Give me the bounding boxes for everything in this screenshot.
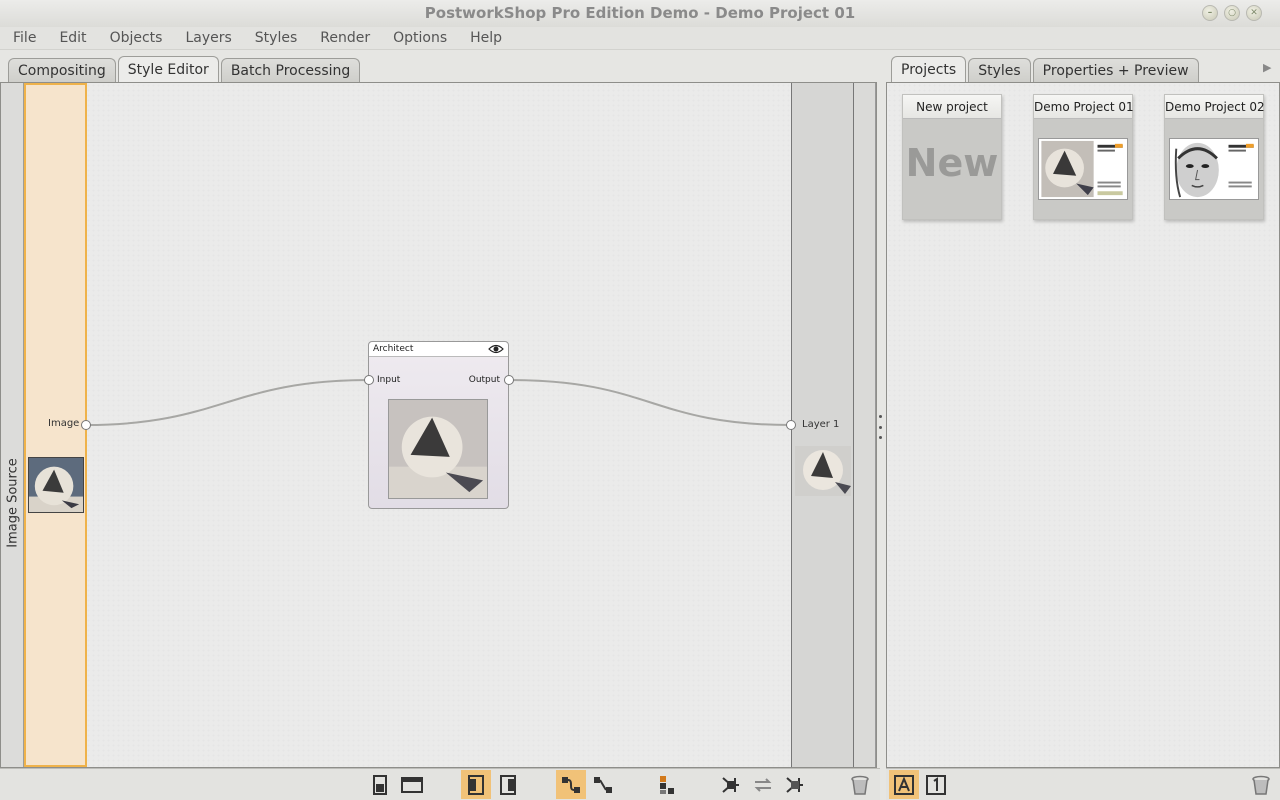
tab-projects[interactable]: Projects: [891, 56, 967, 83]
connection-output-to-layer: [508, 379, 792, 426]
project-thumbnail: [1038, 138, 1128, 200]
menu-file[interactable]: File: [4, 30, 45, 46]
node-title: Architect: [373, 344, 414, 354]
image-source-label: Image Source: [5, 458, 21, 548]
layer-input-port[interactable]: [786, 420, 796, 430]
maximize-icon[interactable]: ○: [1224, 5, 1240, 21]
source-image-thumbnail[interactable]: [28, 457, 84, 513]
window-title: PostworkShop Pro Edition Demo - Demo Pro…: [424, 4, 856, 22]
project-card-new[interactable]: New project New: [902, 94, 1002, 220]
menu-bar: File Edit Objects Layers Styles Render O…: [0, 27, 1280, 50]
projects-toolbar: [886, 768, 1280, 800]
align-left-icon[interactable]: [461, 770, 491, 799]
tab-properties-preview[interactable]: Properties + Preview: [1032, 58, 1199, 83]
layer-side-column: [854, 83, 876, 767]
project-card-title: New project: [903, 95, 1001, 119]
image-source-strip: Image Source: [1, 83, 24, 767]
branch-add-icon[interactable]: [716, 770, 746, 799]
trash-icon[interactable]: [1246, 770, 1276, 799]
panel-tabs: Projects Styles Properties + Preview: [891, 56, 1201, 83]
node-output-port[interactable]: [504, 375, 514, 385]
node-input-port[interactable]: [364, 375, 374, 385]
new-badge: New: [905, 141, 999, 185]
node-output-label: Output: [468, 375, 500, 385]
style-editor-canvas[interactable]: Image Source Image Architect Input Outpu…: [0, 82, 877, 768]
tab-style-editor[interactable]: Style Editor: [117, 56, 219, 83]
branch-remove-icon[interactable]: [780, 770, 810, 799]
menu-help[interactable]: Help: [461, 30, 511, 46]
text-mode-icon[interactable]: [889, 770, 919, 799]
title-bar: PostworkShop Pro Edition Demo - Demo Pro…: [0, 0, 1280, 27]
image-port-label: Image: [48, 418, 80, 429]
tab-compositing[interactable]: Compositing: [8, 58, 116, 83]
architect-node[interactable]: Architect Input Output: [368, 341, 509, 509]
menu-styles[interactable]: Styles: [246, 30, 306, 46]
minimize-icon[interactable]: –: [1202, 5, 1218, 21]
project-card-demo-01[interactable]: Demo Project 01: [1033, 94, 1134, 220]
connect-curved-icon[interactable]: [556, 770, 586, 799]
panel-compact-icon[interactable]: [365, 770, 395, 799]
panel-splitter[interactable]: [877, 415, 883, 439]
connection-image-to-input: [85, 379, 370, 426]
menu-render[interactable]: Render: [311, 30, 379, 46]
layer-port-label: Layer 1: [802, 419, 840, 430]
menu-layers[interactable]: Layers: [176, 30, 240, 46]
connect-straight-icon[interactable]: [588, 770, 618, 799]
menu-edit[interactable]: Edit: [50, 30, 95, 46]
project-card-title: Demo Project 02: [1165, 95, 1265, 119]
swap-icon[interactable]: [748, 770, 778, 799]
close-icon[interactable]: ✕: [1246, 5, 1262, 21]
node-preview-image: [388, 399, 488, 499]
number-mode-icon[interactable]: [921, 770, 951, 799]
node-stack-icon[interactable]: [652, 770, 682, 799]
align-right-icon[interactable]: [493, 770, 523, 799]
project-card-title: Demo Project 01: [1034, 95, 1134, 119]
project-card-demo-02[interactable]: Demo Project 02: [1164, 94, 1265, 220]
tab-batch-processing[interactable]: Batch Processing: [220, 58, 361, 83]
panel-wide-icon[interactable]: [397, 770, 427, 799]
editor-toolbar: [0, 768, 880, 800]
editor-tabs: Compositing Style Editor Batch Processin…: [8, 56, 362, 83]
eye-icon[interactable]: [488, 343, 504, 355]
project-thumbnail: [1169, 138, 1259, 200]
trash-icon[interactable]: [845, 770, 875, 799]
projects-panel: New project New Demo Project 01 Demo Pro…: [886, 82, 1280, 768]
menu-options[interactable]: Options: [384, 30, 456, 46]
node-header: Architect: [369, 342, 508, 357]
node-input-label: Input: [377, 375, 401, 385]
menu-objects[interactable]: Objects: [101, 30, 172, 46]
image-output-port[interactable]: [81, 420, 91, 430]
collapse-arrow-icon[interactable]: ▶: [1263, 61, 1271, 74]
layer-thumbnail[interactable]: [795, 446, 851, 496]
tab-styles[interactable]: Styles: [968, 58, 1031, 83]
